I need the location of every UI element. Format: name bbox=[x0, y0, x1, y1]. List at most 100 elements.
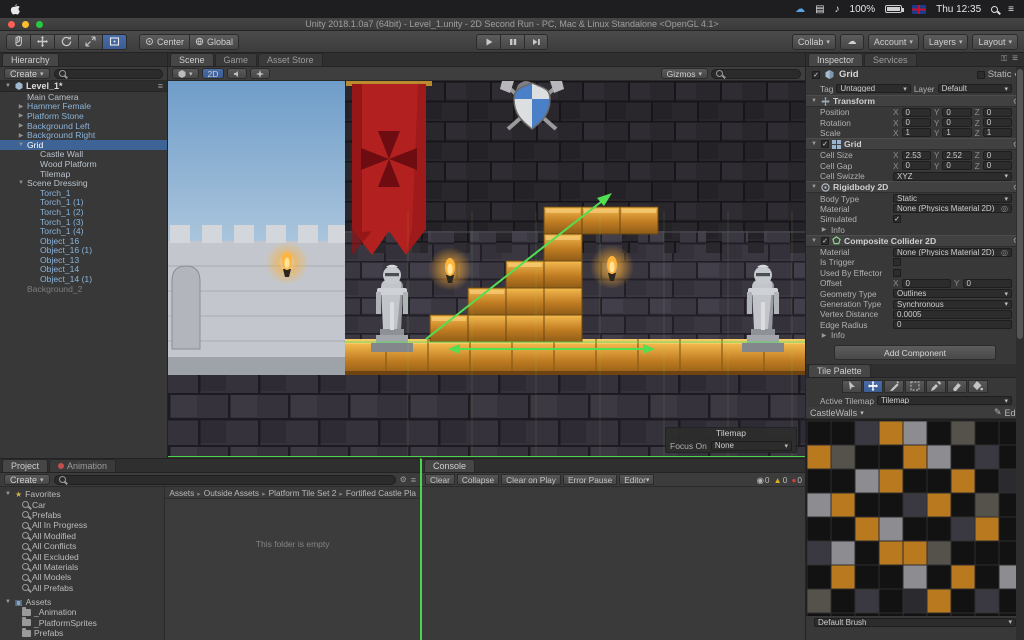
palette-picker-tool[interactable] bbox=[926, 380, 946, 393]
tile-palette-grid[interactable] bbox=[806, 419, 1024, 615]
hierarchy-item[interactable]: Object_14 (1) bbox=[0, 274, 167, 284]
hierarchy-item[interactable]: ▶ Background Right bbox=[0, 130, 167, 140]
rb-info-foldout[interactable]: Info bbox=[831, 225, 845, 235]
active-tilemap-dropdown[interactable]: Tilemap▾ bbox=[877, 396, 1012, 405]
default-brush-dropdown[interactable]: Default Brush▾ bbox=[814, 618, 1016, 627]
favorite-item[interactable]: All Conflicts bbox=[0, 541, 164, 551]
menubar-clock[interactable]: Thu 12:35 bbox=[936, 4, 981, 15]
hand-tool-button[interactable] bbox=[6, 34, 30, 50]
y-field[interactable]: 0 bbox=[942, 161, 971, 170]
input-language-flag-icon[interactable] bbox=[912, 5, 926, 14]
x-field[interactable]: 2.53 bbox=[902, 151, 931, 160]
project-content-pane[interactable]: AssetsOutside AssetsPlatform Tile Set 2F… bbox=[165, 487, 420, 640]
y-field[interactable]: 2.52 bbox=[942, 151, 971, 160]
x-field[interactable]: 0 bbox=[902, 161, 931, 170]
rigidbody2d-component-header[interactable]: ▼ Rigidbody 2D ⚙ bbox=[806, 181, 1024, 193]
hierarchy-item[interactable]: Castle Wall bbox=[0, 150, 167, 160]
composite-enabled-checkbox[interactable]: ✓ bbox=[821, 237, 829, 245]
favorite-item[interactable]: All Modified bbox=[0, 531, 164, 541]
cell-swizzle-dropdown[interactable]: XYZ▾ bbox=[893, 172, 1012, 181]
hierarchy-search-input[interactable] bbox=[54, 69, 163, 79]
breadcrumb-segment[interactable]: Platform Tile Set 2 bbox=[269, 488, 346, 498]
error-count-toggle[interactable]: ●0 bbox=[791, 475, 802, 485]
tab-project[interactable]: Project bbox=[2, 459, 48, 472]
tab-inspector[interactable]: Inspector bbox=[808, 53, 863, 66]
hierarchy-item[interactable]: Wood Platform bbox=[0, 159, 167, 169]
palette-move-tool[interactable] bbox=[863, 380, 883, 393]
orientation-mode-button[interactable]: Global bbox=[189, 34, 239, 50]
breadcrumb-segment[interactable]: Assets bbox=[169, 488, 203, 498]
console-log-area[interactable] bbox=[422, 487, 805, 640]
toggle-2d-button[interactable]: 2D bbox=[202, 68, 225, 79]
apple-menu-icon[interactable] bbox=[10, 3, 24, 15]
hierarchy-item[interactable]: Object_13 bbox=[0, 255, 167, 265]
hierarchy-item[interactable]: Torch_1 (1) bbox=[0, 198, 167, 208]
console-toolbar-button[interactable]: Collapse bbox=[457, 474, 499, 485]
hierarchy-scene-row[interactable]: ▼ Level_1* ≡ bbox=[0, 81, 167, 92]
static-dropdown[interactable]: Static▾ bbox=[977, 69, 1018, 80]
favorites-header[interactable]: ▼★Favorites bbox=[0, 489, 164, 499]
add-component-button[interactable]: Add Component bbox=[834, 345, 996, 360]
edge-radius-field[interactable]: 0 bbox=[893, 320, 1012, 329]
scene-options-icon[interactable]: ≡ bbox=[158, 81, 163, 91]
static-checkbox[interactable] bbox=[977, 71, 985, 79]
z-field[interactable]: 0 bbox=[983, 118, 1012, 127]
layout-dropdown[interactable]: Layout▾ bbox=[972, 34, 1018, 50]
assets-header[interactable]: ▼▣Assets bbox=[0, 597, 164, 607]
console-editor-dropdown[interactable]: Editor▾ bbox=[619, 474, 654, 485]
hierarchy-item[interactable]: Object_16 bbox=[0, 236, 167, 246]
hierarchy-item[interactable]: ▶ Background Left bbox=[0, 121, 167, 131]
scene-audio-toggle[interactable] bbox=[227, 68, 247, 79]
simulated-checkbox[interactable]: ✓ bbox=[893, 215, 901, 223]
y-field[interactable]: 0 bbox=[942, 118, 971, 127]
scale-tool-button[interactable] bbox=[78, 34, 102, 50]
cloud-status-icon[interactable]: ☁ bbox=[795, 4, 805, 15]
z-field[interactable]: 0 bbox=[983, 151, 1012, 160]
z-field[interactable]: 0 bbox=[983, 108, 1012, 117]
move-tool-button[interactable] bbox=[30, 34, 54, 50]
collab-button[interactable]: Collab▾ bbox=[792, 34, 836, 50]
cloud-services-button[interactable]: ☁ bbox=[840, 34, 864, 50]
favorite-item[interactable]: Car bbox=[0, 499, 164, 509]
vertex-distance-field[interactable]: 0.0005 bbox=[893, 310, 1012, 319]
gizmos-dropdown[interactable]: Gizmos▾ bbox=[661, 68, 708, 79]
hierarchy-item[interactable]: ▼ Grid bbox=[0, 140, 167, 150]
hierarchy-item[interactable]: Background_2 bbox=[0, 284, 167, 294]
generation-type-dropdown[interactable]: Synchronous▾ bbox=[893, 300, 1012, 309]
console-toolbar-button[interactable]: Clear bbox=[425, 474, 455, 485]
warning-count-toggle[interactable]: ▲0 bbox=[774, 475, 788, 485]
window-zoom-button[interactable] bbox=[36, 21, 43, 28]
favorite-item[interactable]: All Materials bbox=[0, 562, 164, 572]
cc-info-foldout[interactable]: Info bbox=[831, 330, 845, 340]
spotlight-search-icon[interactable] bbox=[991, 6, 998, 13]
project-create-button[interactable]: Create▾ bbox=[4, 474, 50, 485]
folder-item[interactable]: _Animation bbox=[0, 607, 164, 617]
palette-eraser-tool[interactable] bbox=[947, 380, 967, 393]
breadcrumb-segment[interactable]: Outside Assets bbox=[204, 488, 269, 498]
scene-view-tab[interactable]: Scene bbox=[170, 53, 214, 66]
tag-dropdown[interactable]: Untagged▾ bbox=[836, 84, 910, 93]
z-field[interactable]: 0 bbox=[983, 161, 1012, 170]
tab-tile-palette[interactable]: Tile Palette bbox=[808, 364, 871, 377]
inspector-scrollbar[interactable] bbox=[1016, 67, 1024, 640]
favorite-item[interactable]: Prefabs bbox=[0, 510, 164, 520]
window-minimize-button[interactable] bbox=[22, 21, 29, 28]
grid-component-header[interactable]: ▼ ✓ Grid ⚙ bbox=[806, 138, 1024, 150]
notification-center-icon[interactable]: ≡ bbox=[1008, 4, 1014, 15]
scene-canvas[interactable]: Tilemap Focus On None▾ bbox=[168, 81, 805, 457]
scene-view-tab[interactable]: Game bbox=[215, 53, 258, 66]
hierarchy-item[interactable]: Torch_1 bbox=[0, 188, 167, 198]
hierarchy-item[interactable]: Torch_1 (2) bbox=[0, 207, 167, 217]
palette-fill-tool[interactable] bbox=[968, 380, 988, 393]
tab-services[interactable]: Services bbox=[864, 53, 917, 66]
x-field[interactable]: 1 bbox=[902, 128, 931, 137]
display-status-icon[interactable]: ▤ bbox=[815, 4, 824, 15]
geometry-type-dropdown[interactable]: Outlines▾ bbox=[893, 289, 1012, 298]
account-dropdown[interactable]: Account▾ bbox=[868, 34, 919, 50]
x-field[interactable]: 0 bbox=[902, 108, 931, 117]
scene-view-tab[interactable]: Asset Store bbox=[258, 53, 323, 66]
rb-material-object-field[interactable]: None (Physics Material 2D)◎ bbox=[893, 204, 1012, 213]
console-toolbar-button[interactable]: Error Pause bbox=[563, 474, 617, 485]
favorite-item[interactable]: All In Progress bbox=[0, 520, 164, 530]
gameobject-active-checkbox[interactable]: ✓ bbox=[812, 71, 820, 79]
